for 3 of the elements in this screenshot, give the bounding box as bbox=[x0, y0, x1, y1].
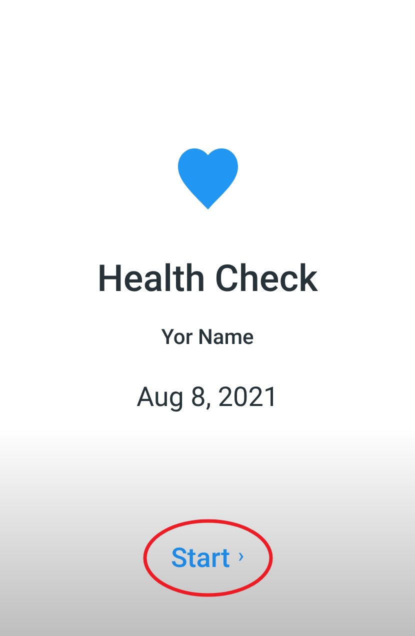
user-name: Yor Name bbox=[161, 325, 254, 352]
app-title: Health Check bbox=[97, 258, 318, 302]
date-text: Aug 8, 2021 bbox=[136, 380, 279, 414]
